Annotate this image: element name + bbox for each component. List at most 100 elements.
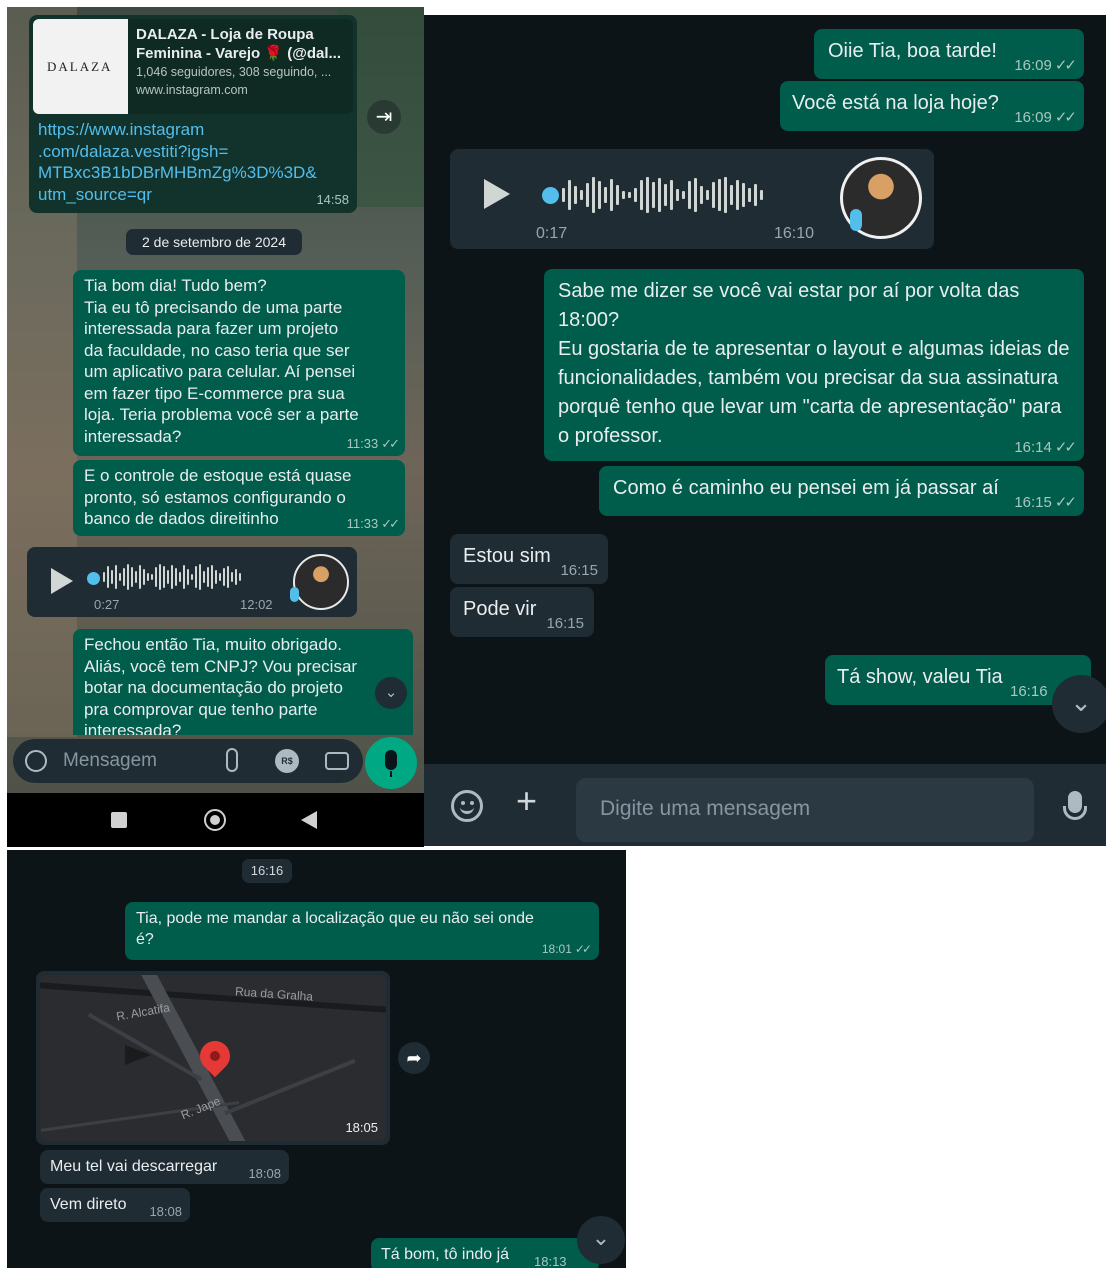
message-bubble[interactable]: E o controle de estoque está quase pront… xyxy=(73,460,405,536)
android-nav-bar xyxy=(7,793,424,847)
message-text: Estou sim xyxy=(463,545,551,567)
read-ticks-icon: ✓✓ xyxy=(1054,494,1077,511)
message-bubble[interactable]: Meu tel vai descarregar 18:08 xyxy=(40,1150,289,1184)
emoji-icon[interactable] xyxy=(451,790,483,822)
voice-waveform[interactable] xyxy=(562,175,802,215)
message-bubble[interactable]: Tia, pode me mandar a localização que eu… xyxy=(125,902,599,960)
avatar xyxy=(293,554,349,610)
message-time: 16:09 ✓✓ xyxy=(1014,108,1077,126)
message-time: 11:33 ✓✓ xyxy=(347,516,400,532)
voice-progress-dot[interactable] xyxy=(87,572,100,585)
message-text: Meu tel vai descarregar xyxy=(50,1158,218,1175)
microphone-icon xyxy=(385,750,397,770)
message-bubble[interactable]: Tia bom dia! Tudo bem? Tia eu tô precisa… xyxy=(73,270,405,456)
voice-waveform[interactable] xyxy=(103,562,273,592)
message-text: Tia, pode me mandar a localização que eu… xyxy=(136,910,534,948)
voice-progress-dot[interactable] xyxy=(542,187,559,204)
message-input-placeholder: Digite uma mensagem xyxy=(600,797,811,820)
link-preview-card[interactable]: DALAZA DALAZA - Loja de Roupa Feminina -… xyxy=(33,19,353,114)
read-ticks-icon: ✓✓ xyxy=(574,942,592,956)
message-time: 18:13 xyxy=(534,1254,567,1268)
message-time: 18:08 xyxy=(149,1204,182,1219)
date-chip: 2 de setembro de 2024 xyxy=(126,229,302,255)
message-bubble[interactable]: Tá bom, tô indo já 18:13 xyxy=(371,1238,599,1268)
message-time: 14:58 xyxy=(316,192,349,207)
play-icon[interactable] xyxy=(51,568,73,594)
message-text: Tia bom dia! Tudo bem? Tia eu tô precisa… xyxy=(84,276,359,446)
message-bubble[interactable]: Tá show, valeu Tia 16:16 xyxy=(825,655,1091,705)
message-bubble[interactable]: Vem direto 18:08 xyxy=(40,1188,190,1222)
camera-icon[interactable] xyxy=(325,752,349,770)
forward-icon[interactable]: ➦ xyxy=(398,1042,430,1074)
voice-message-bubble[interactable]: 0:27 12:02 xyxy=(27,547,357,617)
message-bubble[interactable]: Pode vir 16:15 xyxy=(450,587,594,637)
message-input[interactable]: Mensagem xyxy=(63,750,157,772)
message-bubble[interactable]: Você está na loja hoje? 16:09 ✓✓ xyxy=(780,81,1084,131)
message-text: Vem direto xyxy=(50,1196,127,1213)
time-label: 18:01 xyxy=(541,942,572,956)
preview-title: DALAZA - Loja de Roupa Feminina - Varejo… xyxy=(136,26,342,62)
voice-time: 16:10 xyxy=(774,225,815,242)
message-time: 16:15 xyxy=(560,562,598,579)
time-label: 11:33 xyxy=(346,436,379,451)
home-button[interactable] xyxy=(204,809,226,831)
voice-message-bubble[interactable]: 0:17 16:10 xyxy=(450,149,934,249)
microphone-icon xyxy=(290,587,299,602)
link-preview-bubble[interactable]: DALAZA DALAZA - Loja de Roupa Feminina -… xyxy=(29,15,357,213)
scroll-down-icon[interactable]: ⌄ xyxy=(375,677,407,709)
message-time: 18:05 xyxy=(345,1120,378,1135)
message-bubble[interactable]: Sabe me dizer se você vai estar por aí p… xyxy=(544,269,1084,461)
message-bubble[interactable]: Estou sim 16:15 xyxy=(450,534,608,584)
time-label: 16:14 xyxy=(1014,439,1052,456)
message-input[interactable]: Digite uma mensagem xyxy=(576,778,1034,842)
scroll-down-button[interactable]: ⌄ xyxy=(1052,675,1106,733)
message-text: Fechou então Tia, muito obrigado. Aliás,… xyxy=(84,635,358,735)
forward-icon[interactable]: ⇥ xyxy=(367,100,401,134)
message-time: 16:15 xyxy=(546,615,584,632)
emoji-icon[interactable] xyxy=(25,750,47,772)
location-message-bubble[interactable]: Rua da Gralha R. Alcatifa R. Jape 18:05 xyxy=(36,971,390,1145)
message-time: 18:08 xyxy=(248,1166,281,1181)
message-text: Tá show, valeu Tia xyxy=(837,666,1003,688)
read-ticks-icon: ✓✓ xyxy=(1054,439,1077,456)
right-chat-panel: Oiie Tia, boa tarde! 16:09 ✓✓ Você está n… xyxy=(424,15,1106,846)
time-label: 16:09 xyxy=(1014,57,1052,74)
left-chat-panel: DALAZA DALAZA - Loja de Roupa Feminina -… xyxy=(7,7,424,847)
message-text: Tá bom, tô indo já xyxy=(381,1246,510,1263)
microphone-icon xyxy=(850,209,862,231)
preview-subtitle: 1,046 seguidores, 308 seguindo, ... xyxy=(136,65,332,79)
message-text: Como é caminho eu pensei em já passar aí xyxy=(613,477,999,499)
message-bubble[interactable]: Como é caminho eu pensei em já passar aí… xyxy=(599,466,1084,516)
time-chip: 16:16 xyxy=(242,859,292,883)
voice-duration: 0:17 xyxy=(536,225,568,242)
time-label: 16:15 xyxy=(1014,494,1052,511)
read-ticks-icon: ✓✓ xyxy=(1054,109,1077,126)
message-time: 16:14 ✓✓ xyxy=(1014,438,1077,456)
message-time: 16:09 ✓✓ xyxy=(1014,56,1077,74)
message-text: Oiie Tia, boa tarde! xyxy=(828,40,997,62)
logo-text: DALAZA xyxy=(47,59,113,74)
message-text: Sabe me dizer se você vai estar por aí p… xyxy=(558,280,1070,447)
play-icon[interactable] xyxy=(484,179,510,209)
message-time: 18:01 ✓✓ xyxy=(541,942,592,956)
attach-icon[interactable] xyxy=(226,748,238,772)
message-composer[interactable]: Mensagem R$ xyxy=(13,739,363,783)
preview-url-link[interactable]: https://www.instagram .com/dalaza.vestit… xyxy=(38,119,317,205)
message-bubble[interactable]: Oiie Tia, boa tarde! 16:09 ✓✓ xyxy=(814,29,1084,79)
scroll-down-button[interactable]: ⌄ xyxy=(577,1216,625,1264)
read-ticks-icon: ✓✓ xyxy=(381,516,400,531)
voice-record-button[interactable] xyxy=(365,737,417,789)
location-map[interactable]: Rua da Gralha R. Alcatifa R. Jape 18:05 xyxy=(40,975,386,1141)
voice-time: 12:02 xyxy=(240,597,273,612)
back-button[interactable] xyxy=(301,811,317,829)
street-label: R. Jape xyxy=(178,1093,223,1123)
preview-domain: www.instagram.com xyxy=(136,83,248,97)
message-time: 11:33 ✓✓ xyxy=(346,436,400,452)
payment-icon[interactable]: R$ xyxy=(275,749,299,773)
message-bubble[interactable]: Fechou então Tia, muito obrigado. Aliás,… xyxy=(73,629,413,735)
message-time: 16:16 xyxy=(1010,683,1048,700)
street-label: R. Alcatifa xyxy=(115,1000,171,1024)
add-attachment-icon[interactable]: + xyxy=(516,783,537,819)
voice-duration: 0:27 xyxy=(94,597,120,612)
recents-button[interactable] xyxy=(111,812,127,828)
